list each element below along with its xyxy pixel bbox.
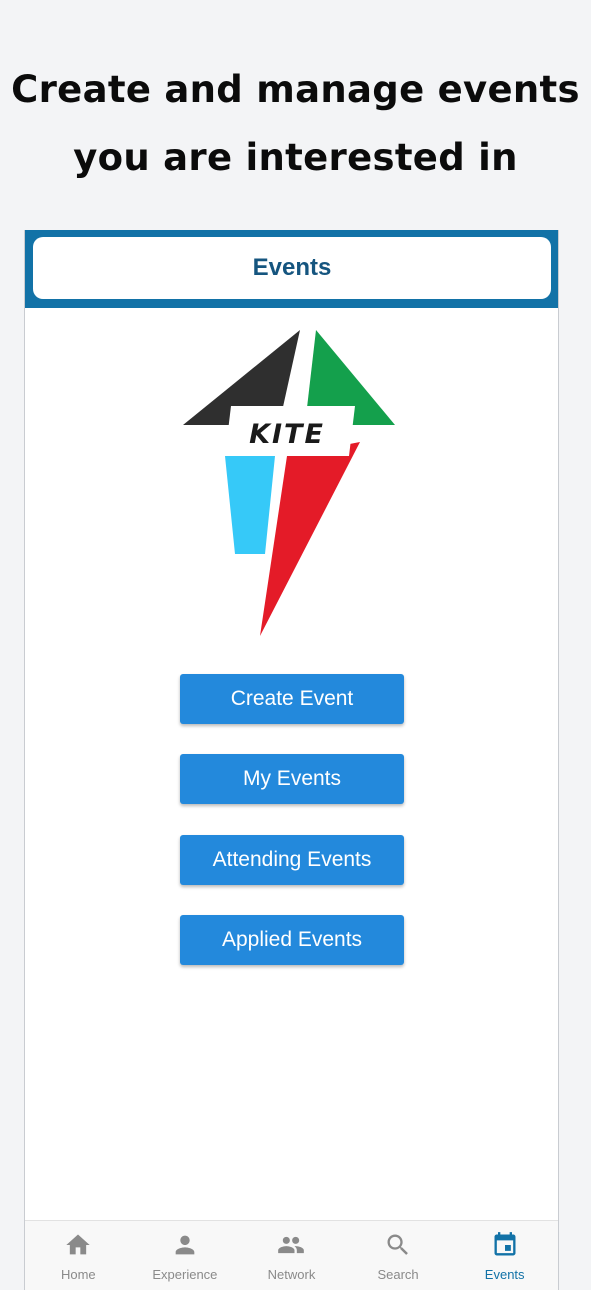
app-screen: Events KITE Create Event My Events Atten… [24,230,559,1290]
applied-events-button[interactable]: Applied Events [180,915,404,965]
promo-headline-line-1: Create and manage events [11,68,580,111]
attending-events-button[interactable]: Attending Events [180,835,404,885]
app-bar: Events [25,230,558,308]
kite-logo-red-segment [260,442,360,636]
create-event-button[interactable]: Create Event [180,674,404,724]
calendar-icon [494,1232,516,1256]
kite-logo-cyan-segment [225,456,275,554]
person-icon [175,1235,195,1255]
page-title: Events [252,254,332,281]
home-icon [66,1234,90,1255]
promo-headline-line-2: you are interested in [73,136,518,179]
my-events-button[interactable]: My Events [180,754,404,804]
kite-logo: KITE [183,330,395,636]
people-icon [278,1236,305,1254]
promo-headline: Create and manage events you are interes… [0,56,591,192]
app-bar-card: Events [33,237,551,299]
kite-logo-text: KITE [249,419,325,450]
search-icon [387,1234,408,1255]
